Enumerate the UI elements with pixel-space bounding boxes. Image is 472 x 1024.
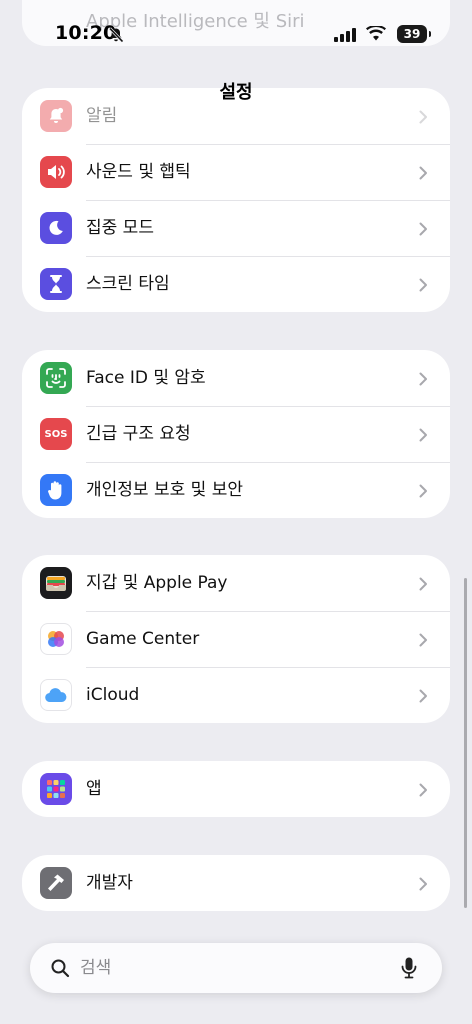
settings-row-game-center[interactable]: Game Center bbox=[22, 611, 450, 667]
moon-icon bbox=[40, 212, 72, 244]
settings-row-face-id[interactable]: Face ID 및 암호 bbox=[22, 350, 450, 406]
settings-row-emergency-sos[interactable]: SOS 긴급 구조 요청 bbox=[22, 406, 450, 462]
cloud-icon bbox=[40, 679, 72, 711]
chevron-right-icon bbox=[419, 632, 428, 651]
speaker-icon bbox=[40, 156, 72, 188]
settings-group-apps: 앱 bbox=[22, 761, 450, 817]
row-label: 지갑 및 Apple Pay bbox=[86, 573, 228, 593]
settings-group-notifications: 알림 사운드 및 햅틱 집중 모드 스크린 타임 bbox=[22, 88, 450, 312]
game-center-icon bbox=[40, 623, 72, 655]
settings-row-icloud[interactable]: iCloud bbox=[22, 667, 450, 723]
chevron-right-icon bbox=[419, 782, 428, 801]
settings-row-apps[interactable]: 앱 bbox=[22, 761, 450, 817]
wifi-icon bbox=[366, 24, 386, 45]
settings-row-wallet[interactable]: 지갑 및 Apple Pay bbox=[22, 555, 450, 611]
chevron-right-icon bbox=[419, 221, 428, 240]
scroll-indicator[interactable] bbox=[464, 578, 467, 908]
settings-row-screen-time[interactable]: 스크린 타임 bbox=[22, 256, 450, 312]
settings-group-security: Face ID 및 암호 SOS 긴급 구조 요청 개인정보 보호 및 보안 bbox=[22, 350, 450, 518]
page-title: 설정 bbox=[219, 82, 253, 103]
settings-group-developer: 개발자 bbox=[22, 855, 450, 911]
face-id-icon bbox=[40, 362, 72, 394]
wallet-icon bbox=[40, 567, 72, 599]
row-label: iCloud bbox=[86, 685, 140, 705]
settings-row-privacy-security[interactable]: 개인정보 보호 및 보안 bbox=[22, 462, 450, 518]
bell-icon bbox=[40, 100, 72, 132]
battery-indicator: 39 bbox=[397, 25, 431, 43]
chevron-right-icon bbox=[419, 688, 428, 707]
search-placeholder[interactable]: 검색 bbox=[80, 943, 111, 993]
settings-row-sounds-haptics[interactable]: 사운드 및 햅틱 bbox=[22, 144, 450, 200]
apps-grid-icon bbox=[40, 773, 72, 805]
bell-slash-icon bbox=[108, 27, 124, 47]
chevron-right-icon bbox=[419, 576, 428, 595]
row-label: 개발자 bbox=[86, 873, 133, 893]
search-bar[interactable]: 검색 bbox=[30, 943, 442, 993]
hand-icon bbox=[40, 474, 72, 506]
search-icon bbox=[50, 958, 70, 982]
row-label: 스크린 타임 bbox=[86, 274, 170, 294]
chevron-right-icon bbox=[419, 277, 428, 296]
status-bar: Apple Intelligence 및 Siri 10:20 39 bbox=[0, 0, 472, 72]
hammer-icon bbox=[40, 867, 72, 899]
row-label: 사운드 및 햅틱 bbox=[86, 162, 191, 182]
chevron-right-icon bbox=[419, 427, 428, 446]
chevron-right-icon bbox=[419, 876, 428, 895]
row-label: 집중 모드 bbox=[86, 218, 154, 238]
chevron-right-icon bbox=[419, 371, 428, 390]
chevron-right-icon bbox=[419, 165, 428, 184]
row-label: Face ID 및 암호 bbox=[86, 368, 206, 388]
hourglass-icon bbox=[40, 268, 72, 300]
chevron-right-icon bbox=[419, 109, 428, 128]
microphone-icon[interactable] bbox=[400, 956, 418, 984]
sos-icon: SOS bbox=[40, 418, 72, 450]
row-label: 앱 bbox=[86, 779, 102, 799]
settings-row-focus[interactable]: 집중 모드 bbox=[22, 200, 450, 256]
chevron-right-icon bbox=[419, 483, 428, 502]
settings-group-accounts: 지갑 및 Apple Pay Game Center iCloud bbox=[22, 555, 450, 723]
settings-row-developer[interactable]: 개발자 bbox=[22, 855, 450, 911]
row-label: Game Center bbox=[86, 629, 200, 649]
row-label: 개인정보 보호 및 보안 bbox=[86, 480, 243, 500]
cellular-signal-icon bbox=[334, 27, 356, 46]
row-label: 긴급 구조 요청 bbox=[86, 424, 191, 444]
